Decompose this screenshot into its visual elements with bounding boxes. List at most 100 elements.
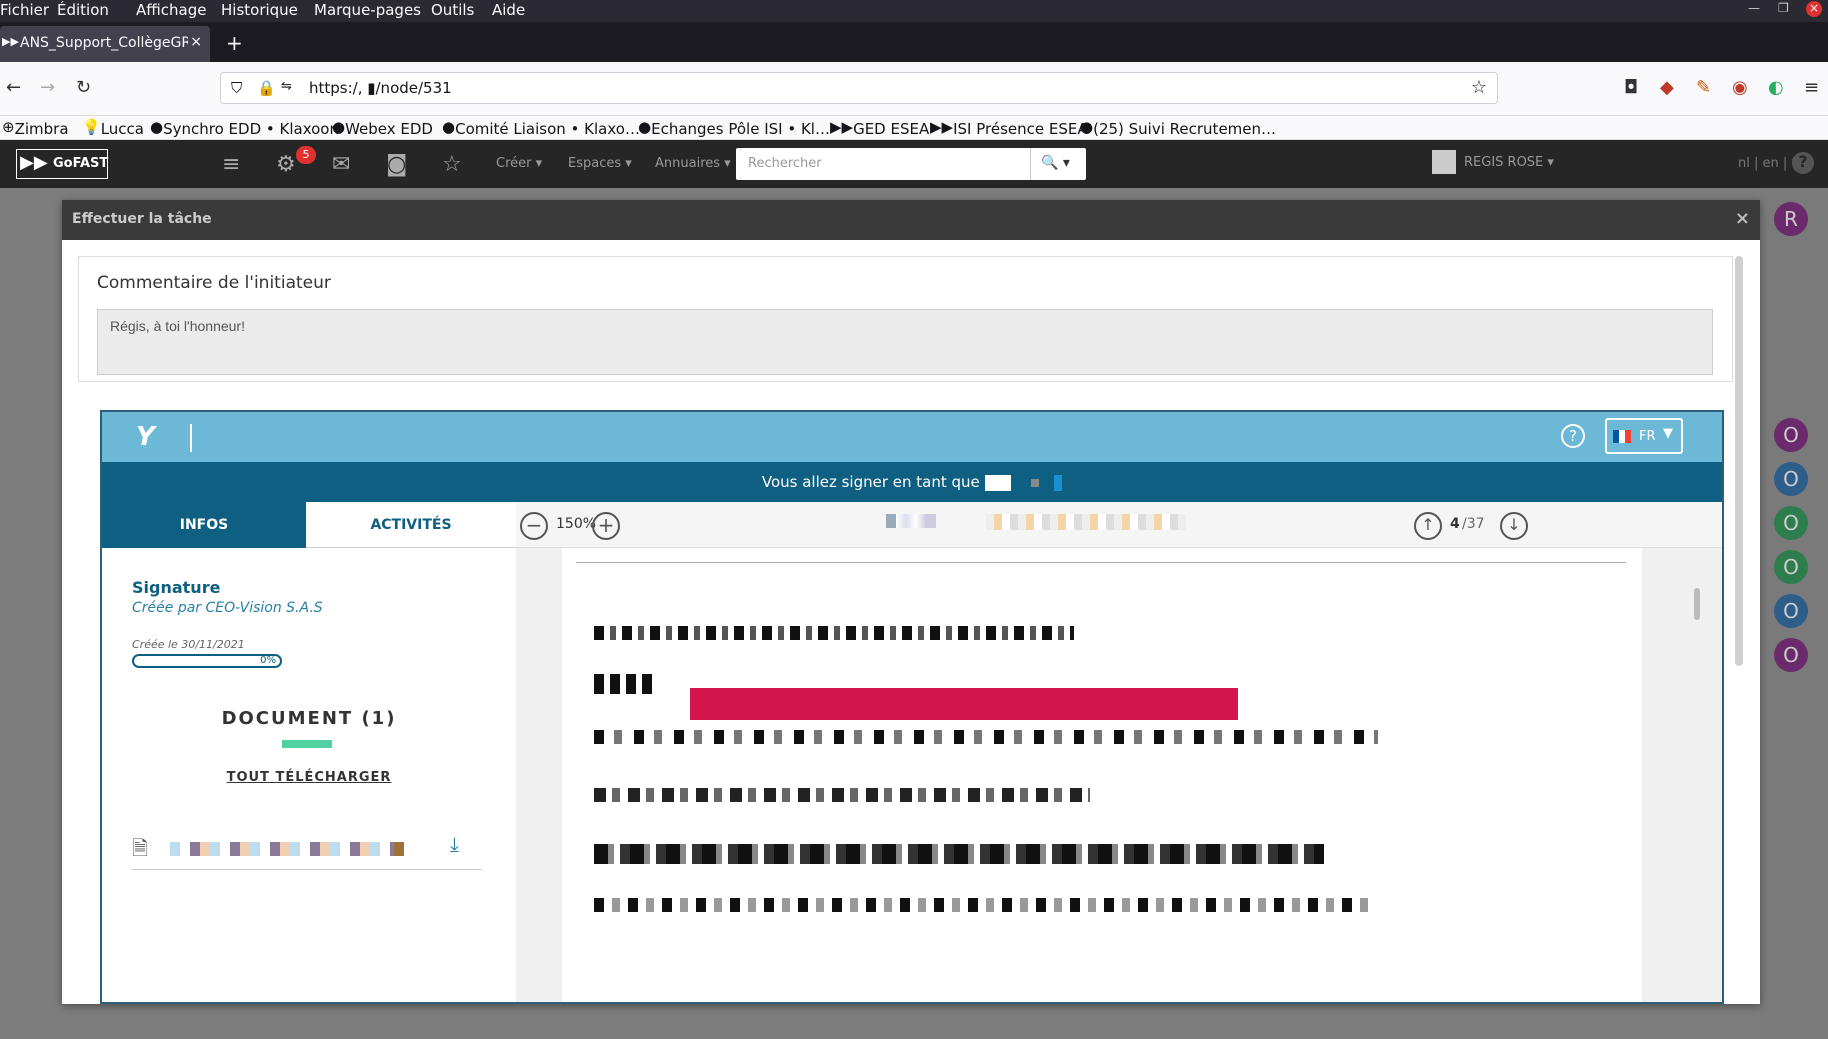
menu-creer[interactable]: Créer ▾ xyxy=(496,156,542,171)
signature-title: Signature xyxy=(132,578,221,597)
france-flag-icon xyxy=(1613,430,1631,443)
document-row[interactable]: 🗎 ⤓ xyxy=(132,830,482,870)
redacted-name xyxy=(984,474,1011,491)
shield-icon: ⛉ xyxy=(231,79,243,97)
avatar[interactable]: O xyxy=(1774,550,1808,584)
highlighted-field[interactable] xyxy=(690,688,1238,720)
total-pages: /37 xyxy=(1462,516,1485,532)
arrow-down-icon[interactable]: ↓ xyxy=(1500,512,1528,540)
download-icon[interactable]: ⤓ xyxy=(450,832,459,856)
extension-icon[interactable]: ◐ xyxy=(1768,77,1784,98)
bookmark-item[interactable]: ● (25) Suivi Recrutemen… xyxy=(1080,118,1276,138)
avatar[interactable]: O xyxy=(1774,638,1808,672)
language-code: FR xyxy=(1639,429,1656,444)
language-select[interactable]: FR ▼ xyxy=(1605,418,1683,454)
menu-annuaires[interactable]: Annuaires ▾ xyxy=(655,156,731,171)
avatar[interactable]: R xyxy=(1774,202,1808,236)
url-bar[interactable]: ⛉ 🔒 ⇋ https:/, ▮/node/531 ☆ xyxy=(220,72,1498,104)
right-sidebar: R O O O O O O xyxy=(1760,188,1828,1039)
bookmarks-bar: ⊕ Zimbra 💡 Lucca ● Synchro EDD • Klaxoon… xyxy=(0,116,1828,140)
permissions-icon[interactable]: ⇋ xyxy=(281,79,292,94)
menu-historique[interactable]: Historique xyxy=(221,1,298,19)
tab-infos[interactable]: INFOS xyxy=(102,502,306,548)
current-page: 4 xyxy=(1450,516,1460,532)
bookmark-item[interactable]: ⊕ Zimbra xyxy=(2,118,69,138)
modal-close-icon[interactable]: × xyxy=(1735,208,1750,229)
document-viewer[interactable] xyxy=(516,548,1722,1002)
redacted-text-line xyxy=(594,788,1090,802)
lock-icon: 🔒 xyxy=(257,79,276,97)
menu-marque-pages[interactable]: Marque-pages xyxy=(314,1,421,19)
menu-outils[interactable]: Outils xyxy=(431,1,474,19)
comment-textarea[interactable]: Régis, à toi l'honneur! xyxy=(97,309,1713,375)
avatar xyxy=(1432,150,1456,174)
search-button[interactable]: 🔍 ▾ xyxy=(1030,148,1086,180)
favicon-icon: ▶▶ xyxy=(2,35,19,48)
bookmark-item[interactable]: ● Synchro EDD • Klaxoon xyxy=(150,118,339,138)
bookmark-item[interactable]: ▶▶ GED ESEA xyxy=(830,118,929,138)
browser-tab[interactable]: ▶▶ ANS_Support_CollègeGR × xyxy=(0,26,210,62)
avatar[interactable]: O xyxy=(1774,594,1808,628)
redacted-text-line xyxy=(594,898,1370,912)
redacted-name xyxy=(1031,478,1040,487)
extension-icon[interactable]: ◉ xyxy=(1732,77,1748,98)
extension-icon[interactable]: ◆ xyxy=(1660,77,1674,98)
created-date: Créée le 30/11/2021 xyxy=(132,638,245,651)
avatar[interactable]: O xyxy=(1774,506,1808,540)
forward-icon[interactable]: → xyxy=(40,77,55,98)
gofast-logo[interactable]: ▶▶ GoFAST xyxy=(16,149,108,179)
modal-title: Effectuer la tâche xyxy=(72,211,212,227)
menu-espaces[interactable]: Espaces ▾ xyxy=(568,156,632,171)
zoom-in-icon[interactable]: + xyxy=(592,512,620,540)
tab-activities[interactable]: ACTIVITÉS xyxy=(306,502,516,548)
document-heading: DOCUMENT (1) xyxy=(221,708,397,729)
restore-icon[interactable]: ❐ xyxy=(1778,1,1789,15)
star-icon[interactable]: ☆ xyxy=(442,152,462,177)
user-name: REGIS ROSE ▾ xyxy=(1464,155,1554,170)
tab-close-icon[interactable]: × xyxy=(190,34,202,50)
progress-bar: 0% xyxy=(132,654,282,668)
zoom-level: 150% xyxy=(556,516,597,532)
pdf-page xyxy=(562,548,1642,1002)
minimize-icon[interactable]: — xyxy=(1748,1,1760,15)
menu-aide[interactable]: Aide xyxy=(492,1,525,19)
url-text: https:/, ▮/node/531 xyxy=(309,79,452,97)
search-input[interactable]: Rechercher xyxy=(748,156,822,171)
back-icon[interactable]: ← xyxy=(6,77,21,98)
new-tab-button[interactable]: + xyxy=(226,31,243,55)
bookmark-star-icon[interactable]: ☆ xyxy=(1471,77,1487,98)
viewer-scrollbar[interactable] xyxy=(1694,588,1700,620)
pocket-icon[interactable]: ◘ xyxy=(1624,77,1638,98)
hamburger-menu-icon[interactable]: ≡ xyxy=(1804,77,1819,98)
logo-arrow-icon: ▶▶ xyxy=(20,152,48,173)
bookmark-item[interactable]: ● Echanges Pôle ISI • Kl… xyxy=(638,118,830,138)
mail-icon[interactable]: ✉ xyxy=(332,152,350,177)
divider xyxy=(190,424,192,452)
side-tabs: INFOS ACTIVITÉS xyxy=(102,502,516,548)
bookmark-item[interactable]: ▶▶ ISI Présence ESEA xyxy=(930,118,1088,138)
avatar[interactable]: O xyxy=(1774,462,1808,496)
gear-icon[interactable]: ⚙ xyxy=(276,152,296,177)
avatar[interactable]: O xyxy=(1774,418,1808,452)
help-icon[interactable]: ? xyxy=(1792,152,1814,174)
bookmark-item[interactable]: 💡 Lucca xyxy=(82,118,144,138)
tab-title: ANS_Support_CollègeGR xyxy=(20,35,188,51)
extension-icon[interactable]: ✎ xyxy=(1696,77,1711,98)
menu-affichage[interactable]: Affichage xyxy=(136,1,206,19)
bookmark-item[interactable]: ● Comité Liaison • Klaxo… xyxy=(442,118,640,138)
download-all-link[interactable]: TOUT TÉLÉCHARGER xyxy=(102,770,516,785)
close-window-icon[interactable]: × xyxy=(1806,1,1822,17)
modal-scrollbar[interactable] xyxy=(1735,256,1743,666)
reload-icon[interactable]: ↻ xyxy=(76,77,91,98)
help-icon[interactable]: ? xyxy=(1561,424,1585,448)
rss-icon[interactable]: ◙ xyxy=(386,152,407,177)
logo-text: GoFAST xyxy=(53,156,109,171)
hamburger-icon[interactable]: ≡ xyxy=(222,152,240,177)
heading-underline xyxy=(282,740,332,748)
bookmark-item[interactable]: ● Webex EDD xyxy=(332,118,433,138)
menu-edition[interactable]: Édition xyxy=(57,1,109,19)
zoom-out-icon[interactable]: − xyxy=(520,512,548,540)
search-box[interactable]: Rechercher 🔍 ▾ xyxy=(736,148,1086,180)
arrow-up-icon[interactable]: ↑ xyxy=(1414,512,1442,540)
menu-fichier[interactable]: Fichier xyxy=(0,1,49,19)
